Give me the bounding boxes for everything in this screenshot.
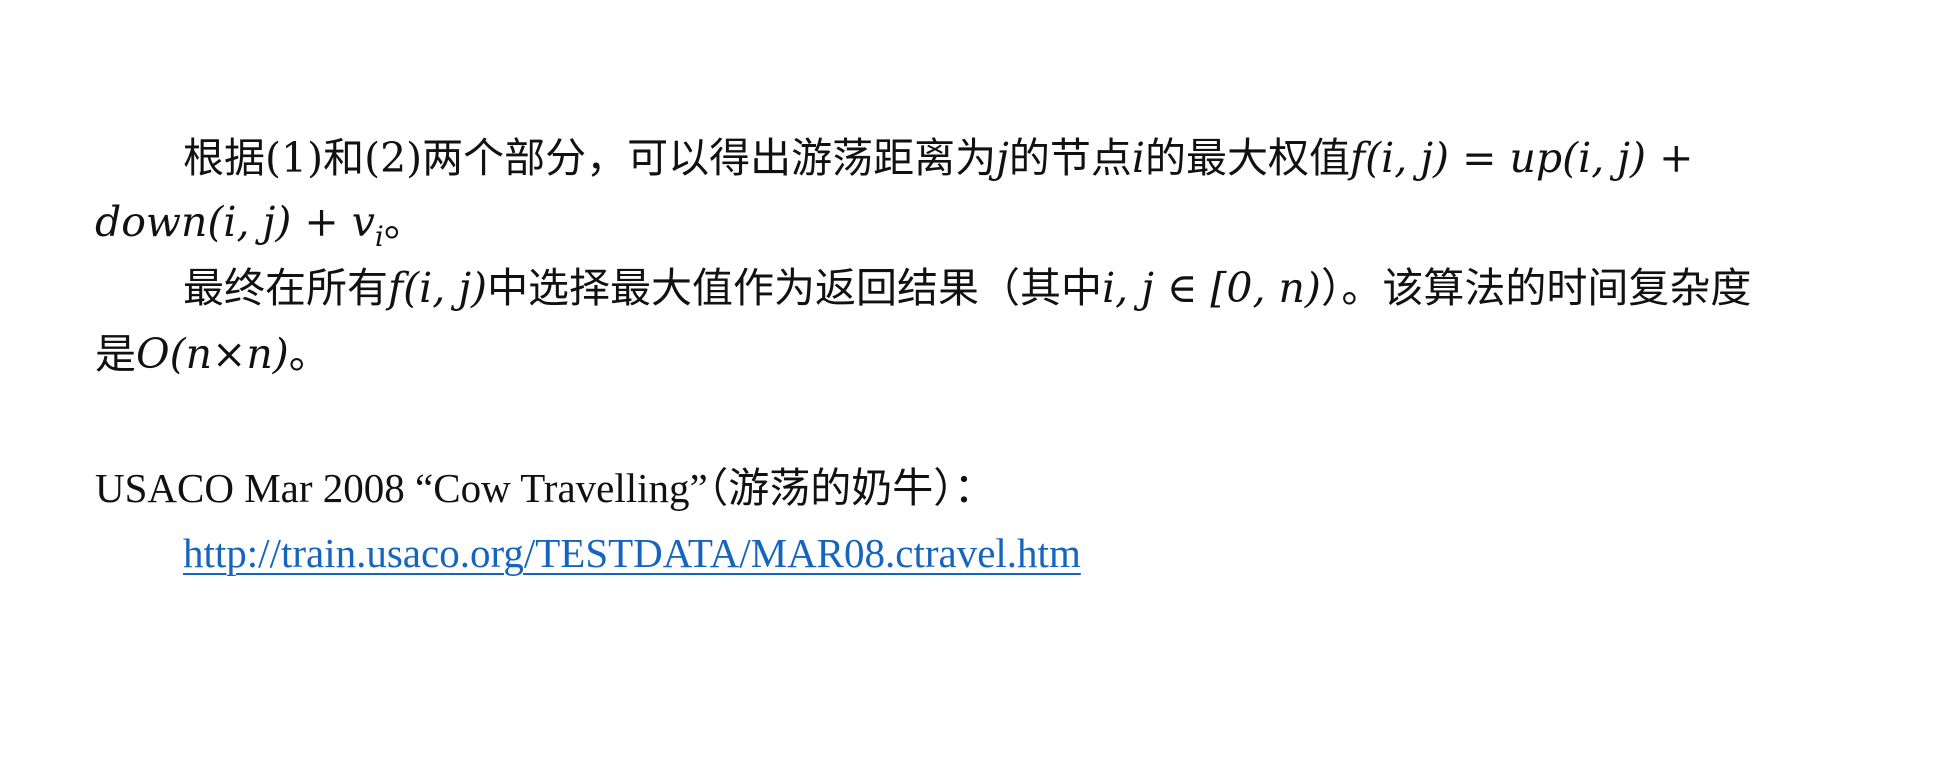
text: 中选择最大值作为返回结果（其中 bbox=[487, 264, 1103, 312]
math-equals: = bbox=[1449, 134, 1510, 182]
math-element-of: ∈ bbox=[1153, 264, 1211, 312]
math-j: j bbox=[996, 134, 1009, 182]
text: ）。该算法的时间复杂度 bbox=[1320, 264, 1752, 312]
text: 。 bbox=[288, 330, 330, 378]
math-plus: + bbox=[291, 198, 352, 246]
text: 的节点 bbox=[1008, 134, 1132, 182]
math-i: i bbox=[1131, 134, 1145, 182]
text: 根据(1)和(2)两个部分，可以得出游荡距离为 bbox=[183, 134, 997, 182]
text: 是 bbox=[95, 330, 136, 378]
reference-link-line: http://train.usaco.org/TESTDATA/MAR08.ct… bbox=[95, 527, 1081, 579]
math-range: [0, n) bbox=[1210, 264, 1321, 312]
reference-link[interactable]: http://train.usaco.org/TESTDATA/MAR08.ct… bbox=[183, 530, 1081, 576]
math-down-ij: down(i, j) bbox=[95, 198, 292, 246]
paragraph-1-line-2: down(i, j) + vi。 bbox=[95, 196, 425, 253]
math-v: v bbox=[351, 198, 375, 246]
math-up-ij: up(i, j) bbox=[1509, 134, 1647, 182]
text: 最终在所有 bbox=[183, 264, 388, 312]
math-range-vars: i, j bbox=[1102, 264, 1154, 312]
math-subscript-i: i bbox=[374, 220, 384, 253]
math-f-ij: f(i, j) bbox=[1350, 134, 1450, 182]
math-plus: + bbox=[1646, 134, 1694, 182]
paragraph-1-line-1: 根据(1)和(2)两个部分，可以得出游荡距离为j的节点i的最大权值f(i, j)… bbox=[95, 132, 1693, 184]
math-complexity: O(n×n) bbox=[136, 330, 289, 378]
text: 。 bbox=[383, 198, 425, 246]
paragraph-2-line-1: 最终在所有f(i, j)中选择最大值作为返回结果（其中i, j ∈ [0, n)… bbox=[95, 262, 1751, 314]
paragraph-2-line-2: 是O(n×n)。 bbox=[95, 328, 330, 380]
text: 的最大权值 bbox=[1145, 134, 1350, 182]
reference-title: USACO Mar 2008 “Cow Travelling”（游荡的奶牛）： bbox=[95, 462, 995, 514]
math-f-ij: f(i, j) bbox=[388, 264, 488, 312]
reference-title-text: USACO Mar 2008 “Cow Travelling”（游荡的奶牛）： bbox=[95, 465, 995, 511]
